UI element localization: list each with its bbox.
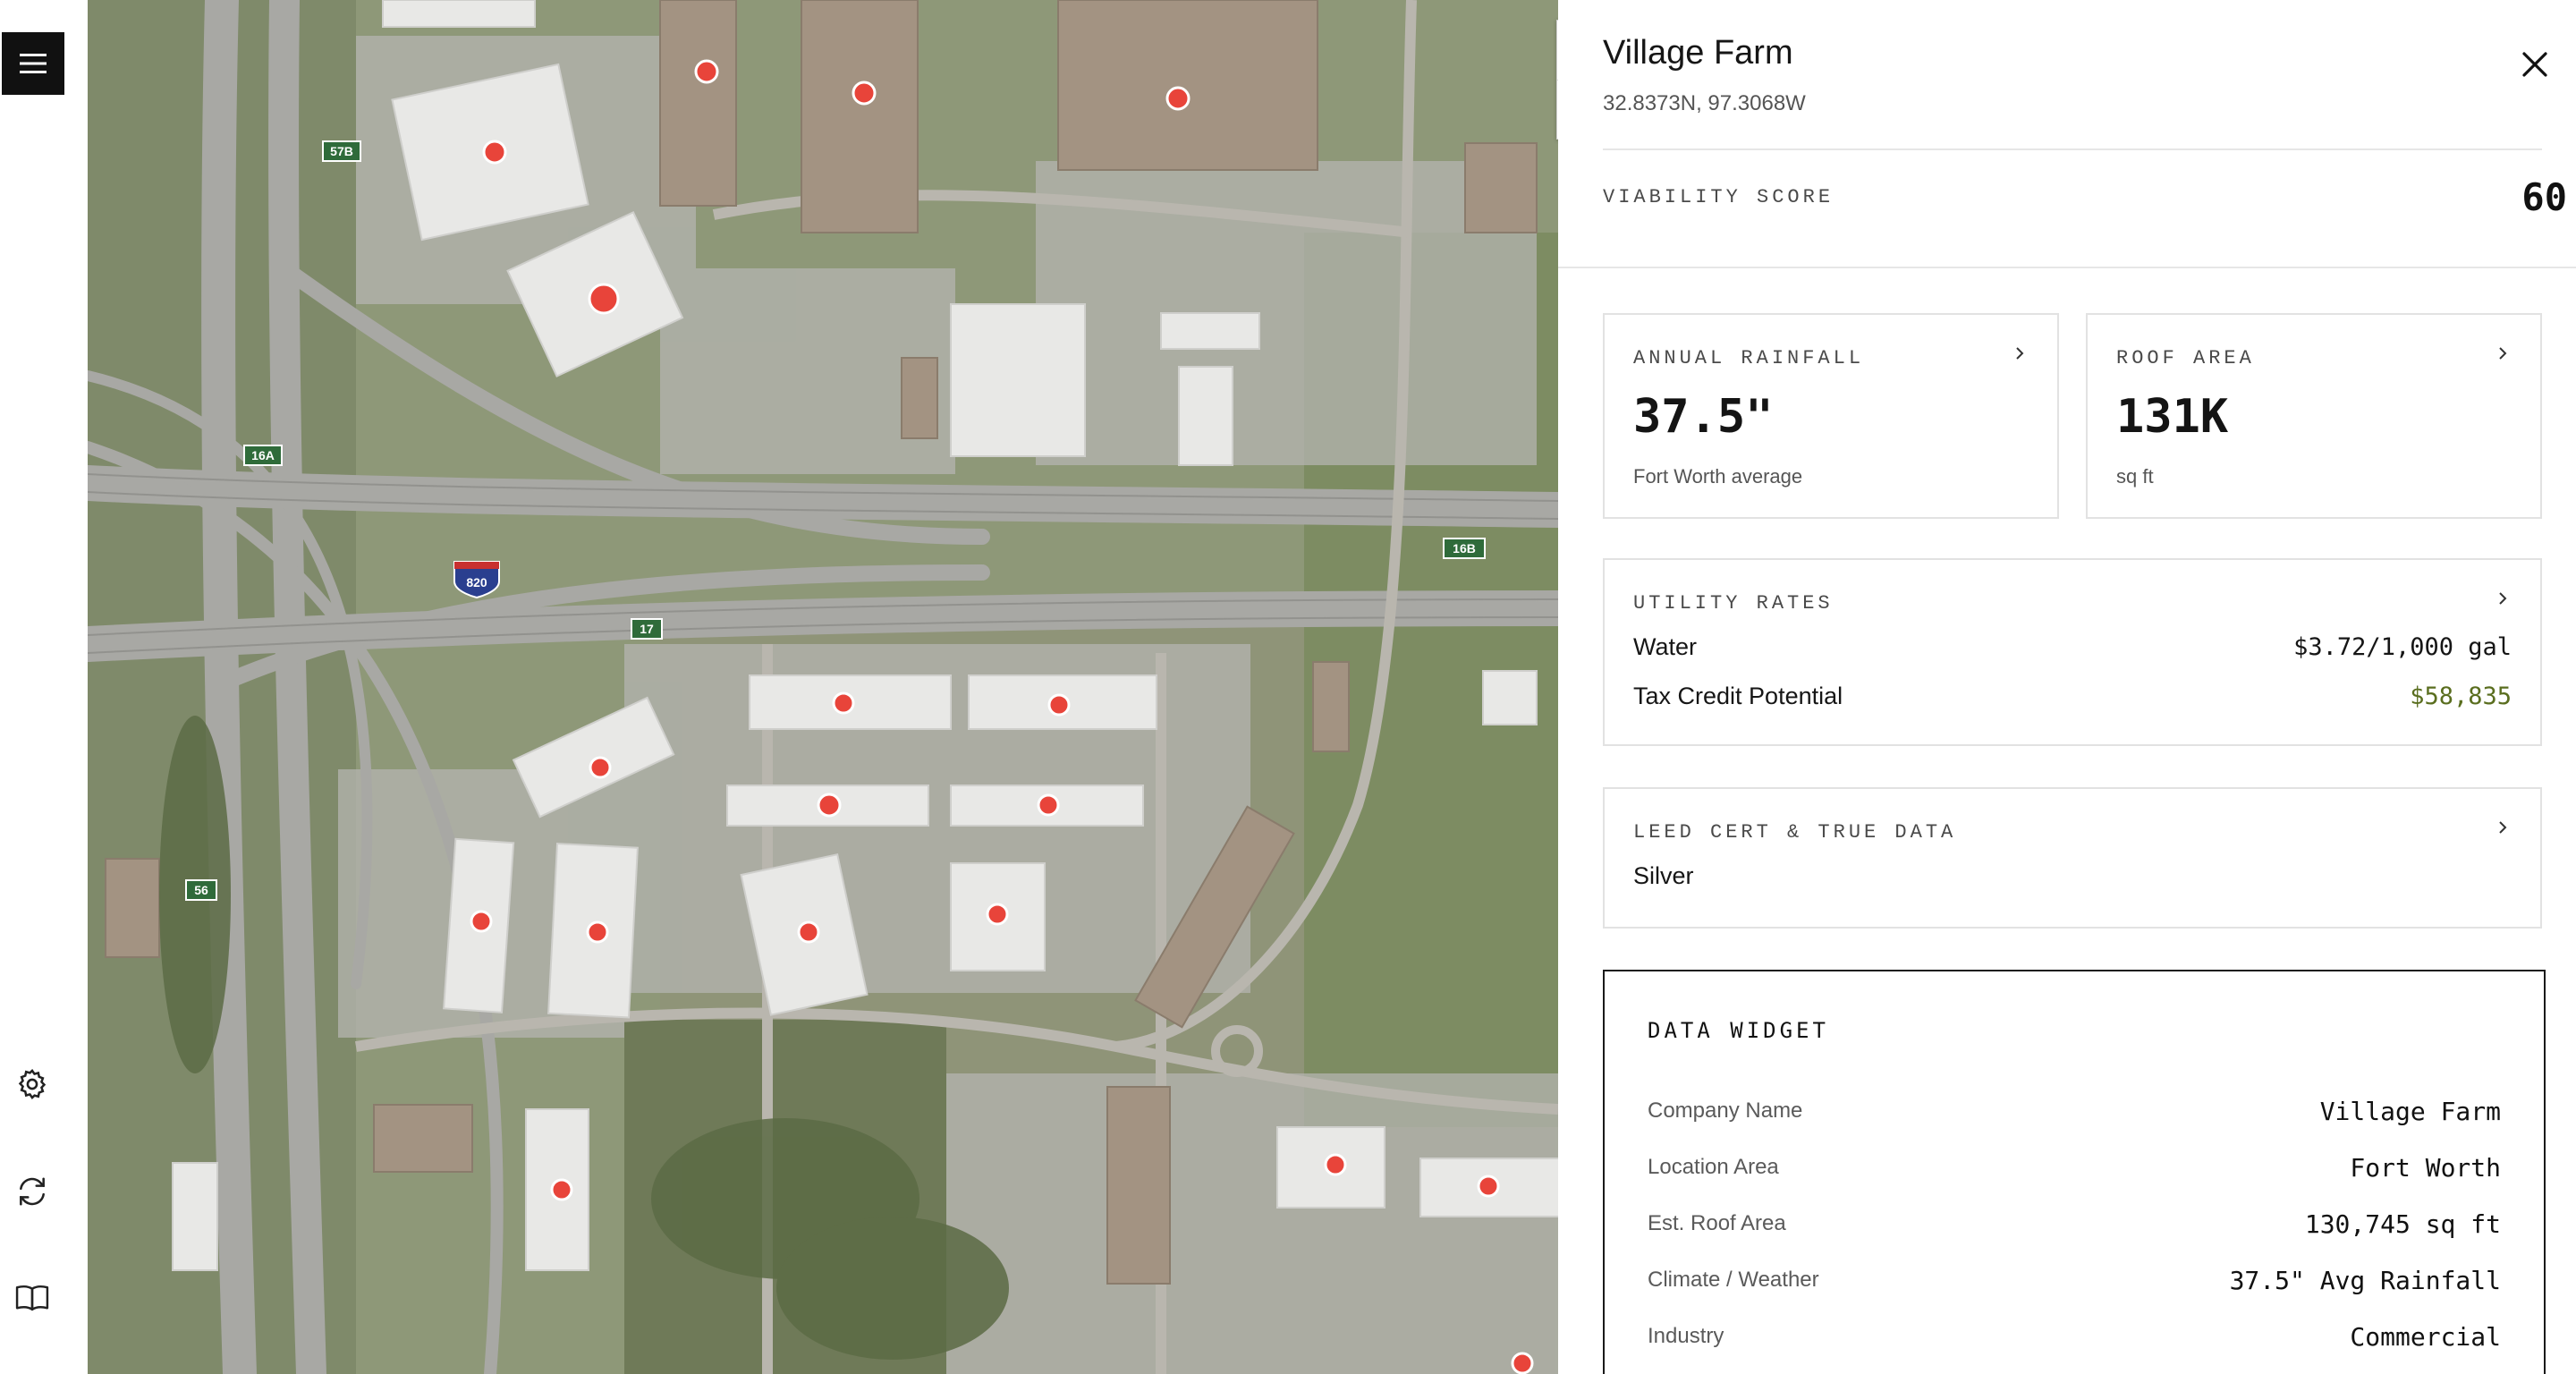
book-icon [15, 1285, 49, 1311]
widget-key-climate: Climate / Weather [1648, 1268, 1819, 1292]
site-marker[interactable] [832, 691, 855, 715]
water-rate-value: $3.72/1,000 gal [2293, 633, 2512, 661]
site-marker[interactable] [694, 59, 719, 84]
site-marker[interactable] [1047, 693, 1071, 717]
widget-value-climate: 37.5" Avg Rainfall [2229, 1266, 2501, 1295]
site-marker[interactable] [470, 910, 493, 933]
site-marker[interactable] [1324, 1153, 1347, 1176]
site-marker[interactable] [1477, 1175, 1500, 1198]
widget-key-company: Company Name [1648, 1098, 1803, 1123]
map-canvas[interactable]: 57B 16A 820 16B 17 56 [88, 0, 1558, 1374]
annual-rainfall-label: ANNUAL RAINFALL [1633, 347, 1865, 369]
widget-value-company: Village Farm [2319, 1097, 2501, 1126]
site-coordinates: 32.8373N, 97.3068W [1603, 91, 1806, 115]
docs-button[interactable] [13, 1277, 52, 1317]
chevron-right-icon [2499, 592, 2507, 605]
highway-label-16a: 16A [251, 448, 275, 462]
roof-area-sub: sq ft [2116, 465, 2154, 488]
site-marker[interactable] [586, 920, 609, 944]
data-widget: DATA WIDGET Company Name Village Farm Lo… [1603, 970, 2546, 1374]
water-rate-label: Water [1633, 633, 1698, 660]
highway-label-16b: 16B [1453, 541, 1476, 556]
annual-rainfall-value: 37.5" [1633, 390, 1774, 444]
widget-key-roof-area: Est. Roof Area [1648, 1211, 1786, 1235]
leed-cert-card[interactable]: LEED CERT & TRUE DATA Silver [1603, 787, 2542, 929]
close-icon [2522, 52, 2547, 77]
site-marker[interactable] [1511, 1352, 1534, 1374]
annual-rainfall-card[interactable]: ANNUAL RAINFALL 37.5" Fort Worth average [1603, 313, 2059, 519]
highway-label-56: 56 [194, 883, 208, 897]
gear-icon [18, 1069, 47, 1099]
data-widget-title: DATA WIDGET [1648, 1018, 1829, 1043]
site-marker[interactable] [817, 793, 842, 818]
tax-credit-value: $58,835 [2410, 683, 2512, 710]
site-marker[interactable] [588, 283, 620, 315]
close-panel-button[interactable] [2515, 45, 2555, 84]
site-marker[interactable] [852, 81, 877, 106]
hamburger-menu-icon [20, 54, 47, 73]
site-marker[interactable] [589, 756, 612, 779]
highway-label-57b: 57B [330, 144, 353, 158]
site-marker[interactable] [1037, 793, 1060, 817]
refresh-icon [20, 1177, 45, 1206]
divider [1603, 148, 2542, 150]
chevron-right-icon [2499, 347, 2507, 360]
site-marker[interactable] [1165, 86, 1191, 111]
site-detail-panel: Village Farm 32.8373N, 97.3068W VIABILIT… [1558, 0, 2576, 1374]
widget-value-industry: Commercial [2350, 1322, 2501, 1352]
utility-rates-card[interactable]: UTILITY RATES Water $3.72/1,000 gal Tax … [1603, 558, 2542, 746]
roof-area-label: ROOF AREA [2116, 347, 2255, 369]
satellite-map[interactable]: 57B 16A 820 16B 17 56 + − [88, 0, 1558, 1374]
tax-credit-label: Tax Credit Potential [1633, 683, 1843, 709]
widget-key-location: Location Area [1648, 1155, 1779, 1179]
site-title: Village Farm [1603, 34, 1793, 72]
highway-label-820: 820 [466, 575, 487, 589]
widget-value-location: Fort Worth [2350, 1153, 2501, 1183]
widget-key-industry: Industry [1648, 1324, 1724, 1348]
roof-area-value: 131K [2116, 390, 2229, 444]
settings-button[interactable] [13, 1064, 52, 1104]
highway-label-17: 17 [640, 622, 654, 636]
leed-cert-value: Silver [1633, 862, 1694, 889]
viability-score-value: 60 [2521, 175, 2567, 219]
refresh-button[interactable] [13, 1172, 52, 1211]
utility-rates-label: UTILITY RATES [1633, 592, 1834, 615]
left-rail [0, 0, 89, 1374]
site-marker[interactable] [550, 1178, 573, 1201]
annual-rainfall-sub: Fort Worth average [1633, 465, 1803, 488]
menu-button[interactable] [2, 32, 64, 95]
chevron-right-icon [2016, 347, 2024, 360]
chevron-right-icon [2499, 821, 2507, 834]
leed-cert-label: LEED CERT & TRUE DATA [1633, 821, 1957, 844]
divider [1558, 267, 2576, 268]
site-marker[interactable] [797, 920, 820, 944]
site-marker[interactable] [986, 903, 1009, 926]
widget-value-roof-area: 130,745 sq ft [2304, 1209, 2501, 1239]
viability-score-label: VIABILITY SCORE [1603, 186, 1835, 208]
site-marker[interactable] [482, 140, 507, 165]
roof-area-card[interactable]: ROOF AREA 131K sq ft [2086, 313, 2542, 519]
